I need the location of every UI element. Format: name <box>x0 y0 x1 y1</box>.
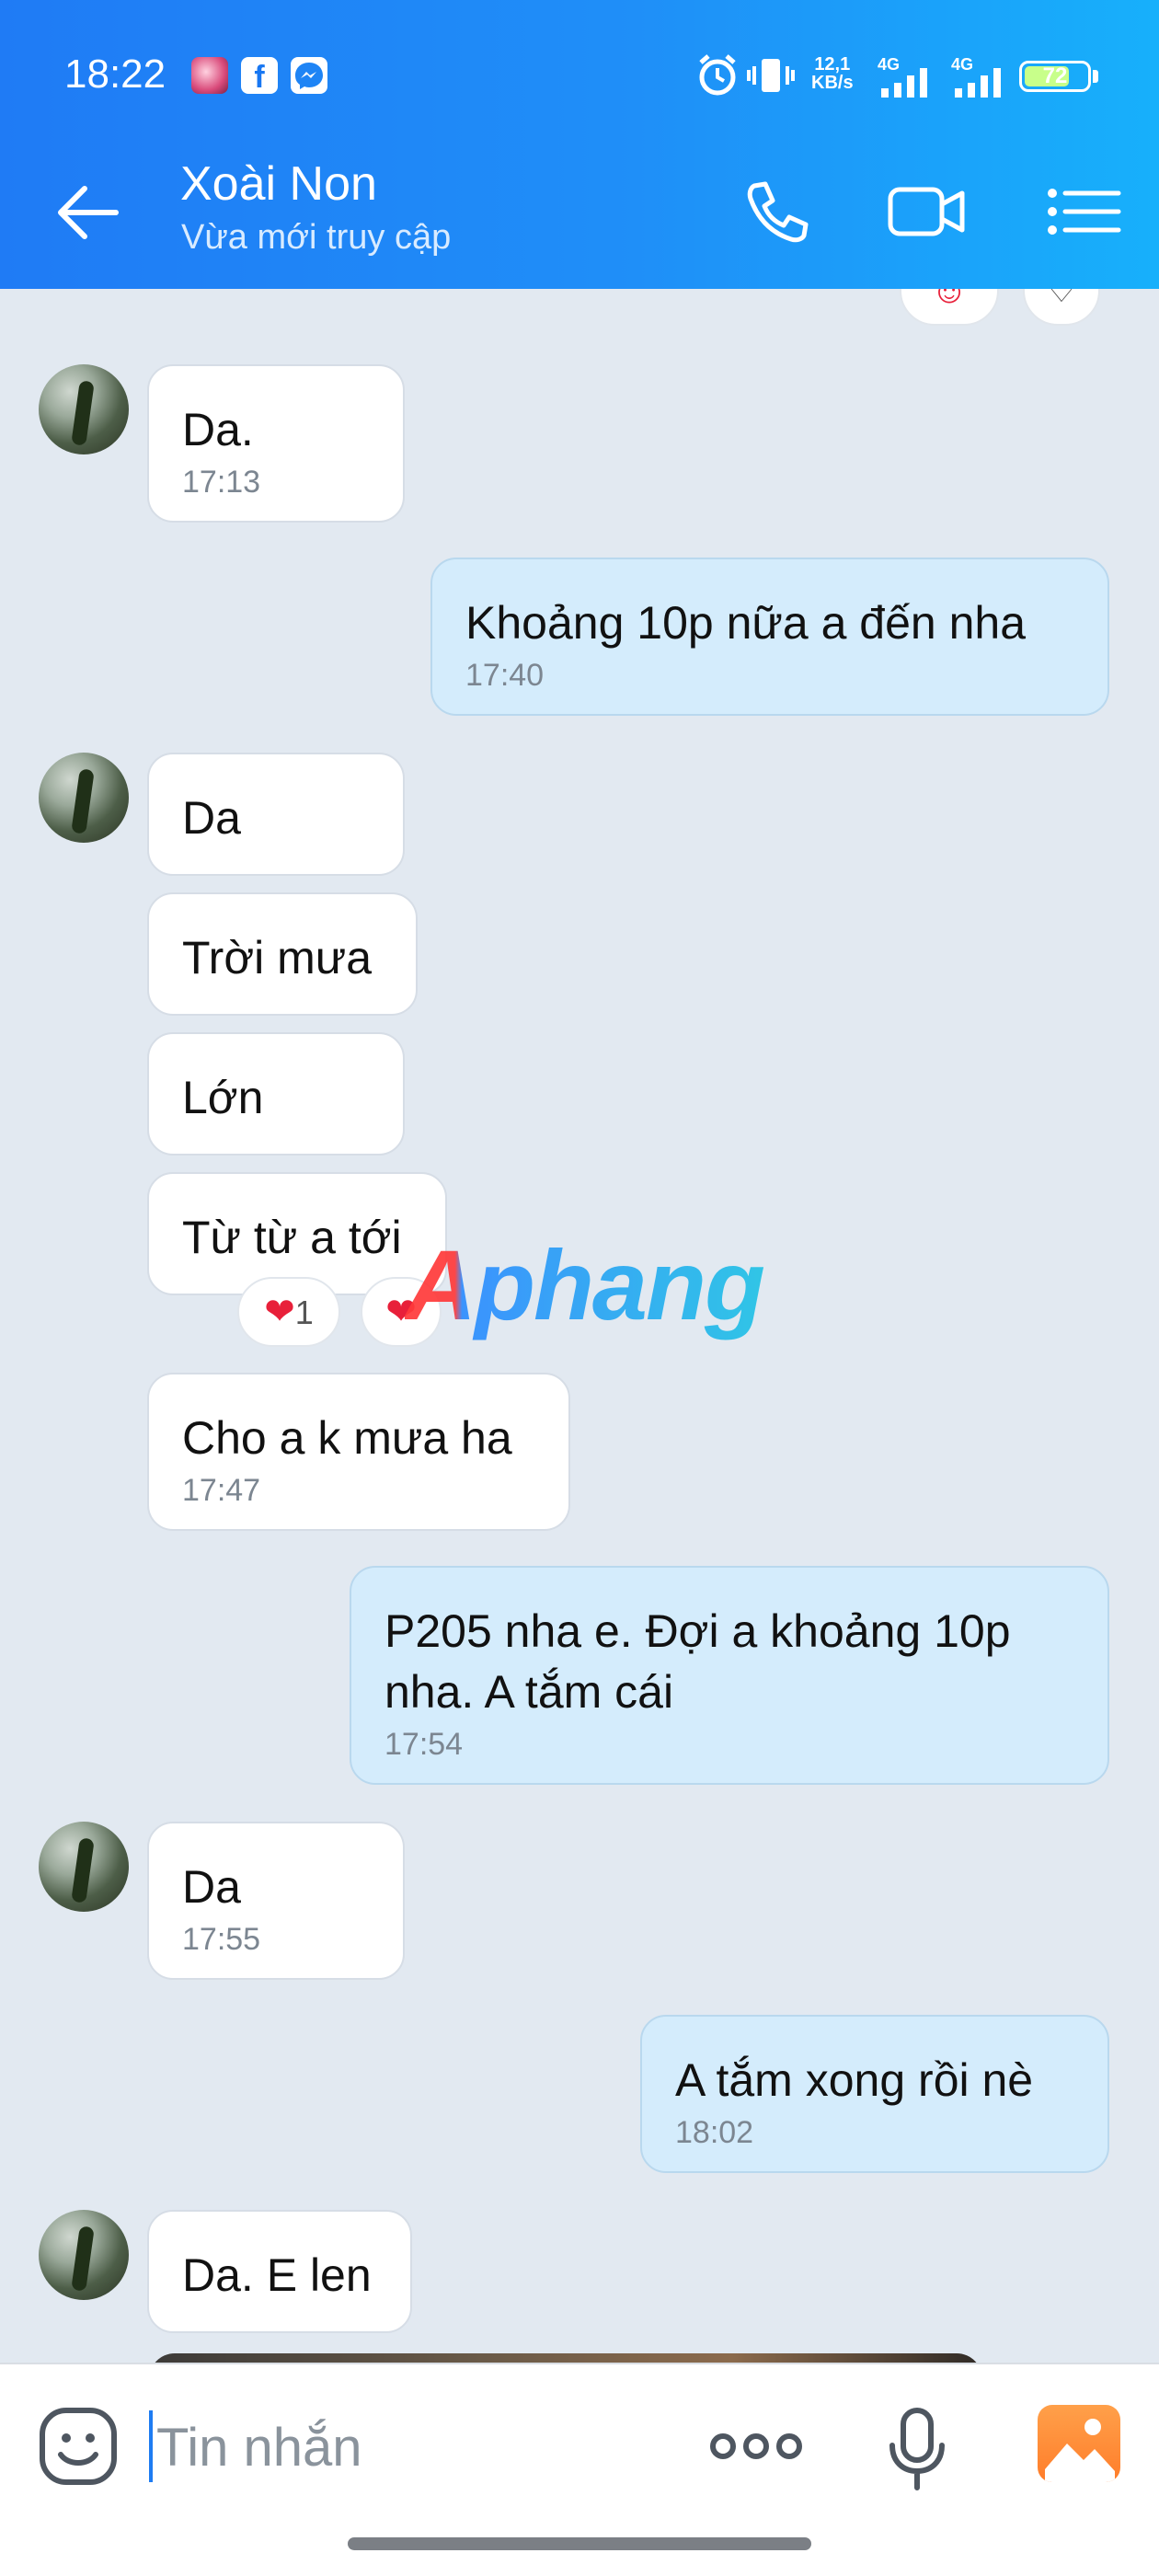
message-list[interactable]: ☺ ♡ Da. 17:13 Khoảng 10p nữa a đến nha 1… <box>0 289 1159 2363</box>
message-time: 17:55 <box>182 1922 261 1957</box>
facebook-icon: f <box>241 57 278 95</box>
message-bubble-incoming[interactable]: Cho a k mưa ha 17:47 <box>147 1373 570 1531</box>
battery-percent: 72 <box>1042 63 1068 88</box>
network-speed-value: 12,1 <box>814 54 851 75</box>
message-bubble-incoming[interactable]: Da 17:55 <box>147 1822 405 1980</box>
messenger-icon <box>291 57 327 94</box>
message-time: 18:02 <box>675 2115 754 2150</box>
battery-tip <box>1093 70 1098 83</box>
message-text: Da. <box>182 404 254 455</box>
vibrate-icon <box>747 59 795 92</box>
heart-icon: ☺ <box>930 289 969 311</box>
message-bubble-incoming[interactable]: Da. 17:13 <box>147 364 405 523</box>
message-text: Cho a k mưa ha <box>182 1412 512 1464</box>
signal-icon <box>955 68 1001 98</box>
message-bubble-incoming[interactable]: Trời mưa <box>147 892 418 1016</box>
network-speed-unit: KB/s <box>811 73 854 93</box>
video-camera-icon[interactable] <box>885 175 968 248</box>
message-bubble-outgoing[interactable]: Khoảng 10p nữa a đến nha 17:40 <box>430 558 1109 716</box>
menu-list-icon[interactable] <box>1043 175 1126 248</box>
reaction-badge[interactable]: ☺ <box>900 289 999 326</box>
message-bubble-incoming[interactable]: Lớn <box>147 1032 405 1156</box>
status-time: 18:22 <box>64 52 166 97</box>
chat-header: 18:22 f 12,1 KB/s 4G 4G 72 Xoài Non Vừa … <box>0 0 1159 289</box>
message-bubble-outgoing[interactable]: A tắm xong rồi nè 18:02 <box>640 2015 1109 2173</box>
signal-icon <box>881 68 927 98</box>
contact-status: Vừa mới truy cập <box>181 218 452 257</box>
message-text: Từ từ a tới <box>182 1212 402 1263</box>
phone-icon[interactable] <box>736 175 819 248</box>
heart-icon: ❤ <box>264 1292 295 1332</box>
reaction-badge[interactable]: ❤1 <box>237 1277 340 1347</box>
message-text: Da. E len <box>182 2249 372 2301</box>
battery-icon: 72 <box>1019 61 1091 92</box>
message-time: 17:40 <box>465 658 545 693</box>
text-cursor <box>149 2410 153 2482</box>
message-text: Lớn <box>182 1072 264 1123</box>
network-speed: 12,1 KB/s <box>811 55 854 92</box>
heart-outline-icon: ♡ <box>1046 289 1077 309</box>
status-bar: 18:22 f 12,1 KB/s 4G 4G 72 <box>0 0 1159 156</box>
message-text: Khoảng 10p nữa a đến nha <box>465 597 1027 649</box>
reaction-add-button[interactable]: ♡ <box>1023 289 1100 326</box>
message-bubble-outgoing[interactable]: P205 nha e. Đợi a khoảng 10p nha. A tắm … <box>350 1566 1109 1785</box>
message-text: P205 nha e. Đợi a khoảng 10p nha. A tắm … <box>384 1605 1024 1718</box>
avatar[interactable] <box>39 2210 129 2300</box>
more-dots-icon[interactable] <box>706 2423 806 2469</box>
watermark-logo: Aphang <box>405 1229 765 1340</box>
message-text: Da <box>182 792 241 844</box>
reaction-count: 1 <box>294 1294 314 1331</box>
alarm-icon <box>699 54 736 96</box>
message-time: 17:47 <box>182 1473 261 1508</box>
microphone-icon[interactable] <box>885 2405 949 2493</box>
avatar[interactable] <box>39 753 129 843</box>
message-time: 17:13 <box>182 465 261 500</box>
emoji-icon[interactable] <box>37 2405 120 2488</box>
avatar[interactable] <box>39 364 129 454</box>
home-indicator[interactable] <box>348 2537 811 2550</box>
message-input[interactable] <box>156 2401 671 2493</box>
message-text: A tắm xong rồi nè <box>675 2054 1034 2106</box>
message-text: Trời mưa <box>182 932 373 983</box>
image-icon[interactable] <box>1038 2405 1120 2482</box>
image-message-preview[interactable] <box>149 2353 982 2363</box>
game-app-icon <box>191 57 228 94</box>
message-bubble-incoming[interactable]: Da. E len <box>147 2210 412 2333</box>
back-arrow-icon[interactable] <box>52 180 125 245</box>
avatar[interactable] <box>39 1822 129 1912</box>
contact-name[interactable]: Xoài Non <box>180 156 377 212</box>
message-text: Da <box>182 1861 241 1913</box>
message-time: 17:54 <box>384 1727 464 1762</box>
message-bubble-incoming[interactable]: Da <box>147 753 405 876</box>
